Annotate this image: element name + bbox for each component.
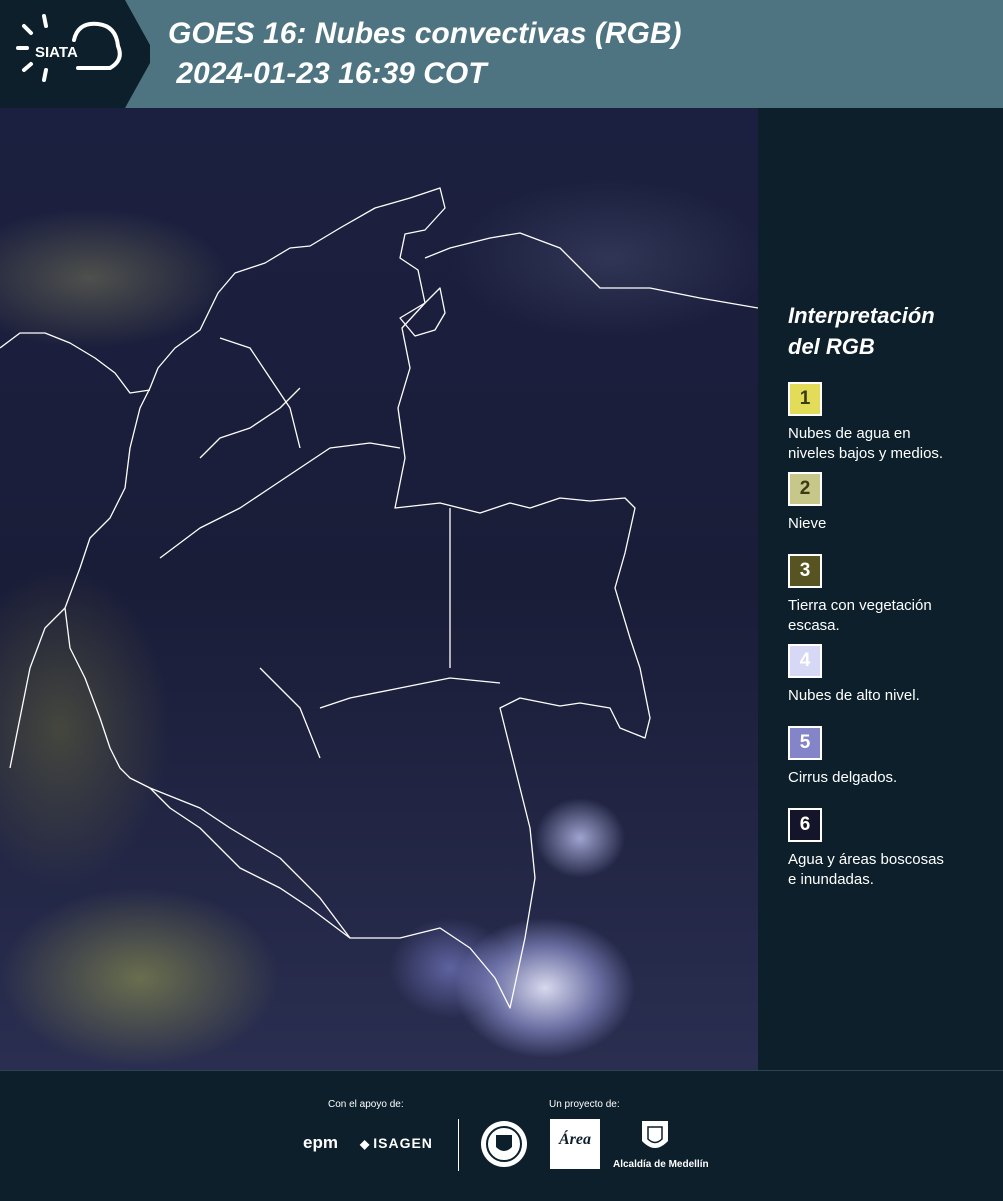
legend-title: Interpretación del RGB [788,303,935,359]
maracaibo-lake [399,287,446,337]
internal-1 [159,442,401,559]
legend-label-6: Agua y áreas boscosas e inundadas. [788,851,944,888]
legend-label-5: Cirrus delgados. [788,769,898,786]
peru-border [149,787,351,939]
medellin-seal-icon [481,1121,527,1167]
legend-swatch-3: 3 [788,554,822,588]
siata-logo: SIATA [0,0,150,108]
colombia-border [64,187,651,1009]
isagen-mark-icon: ◆ [360,1137,371,1151]
epm-logo: epm [303,1133,338,1152]
footer: Con el apoyo de: Un proyecto de: epm ◆ IS… [0,1070,1003,1201]
area-metropolitana-logo: Área [550,1119,600,1169]
legend-item-1: 1 Nubes de agua en niveles bajos y medio… [788,382,988,464]
legend-swatch-4: 4 [788,644,822,678]
isagen-logo: ◆ ISAGEN [360,1135,433,1151]
legend-swatch-2: 2 [788,472,822,506]
map-borders [0,187,758,1009]
alcaldia-text: Alcaldía de Medellín [613,1159,709,1170]
legend-item-2: 2 Nieve [788,472,988,534]
legend-label-1: Nubes de agua en niveles bajos y medios. [788,425,944,462]
legend-swatch-6: 6 [788,808,822,842]
legend-item-6: 6 Agua y áreas boscosas e inundadas. [788,808,988,890]
page-title: GOES 16: Nubes convectivas (RGB) 2024-01… [168,17,682,90]
legend-label-4: Nubes de alto nivel. [788,687,920,704]
panama-coast [0,332,151,394]
legend-item-3: 3 Tierra con vegetación escasa. [788,554,988,636]
isagen-logo-text: ISAGEN [373,1135,433,1151]
legend: Interpretación del RGB 1 Nubes de agua e… [788,300,988,898]
legend-label-2: Nieve [788,515,827,532]
ecuador-border [9,607,66,769]
satellite-map [0,108,758,1070]
legend-item-5: 5 Cirrus delgados. [788,726,988,788]
header: SIATA GOES 16: Nubes convectivas (RGB) 2… [0,0,1003,108]
internal-4 [319,677,501,709]
area-metropolitana-logo-text: Área [559,1131,591,1148]
project-label: Un proyecto de: [549,1099,620,1110]
venezuela-coast [424,232,758,309]
internal-3 [219,337,301,449]
legend-swatch-5: 5 [788,726,822,760]
internal-6 [259,667,321,759]
internal-2 [199,387,301,459]
legend-swatch-1: 1 [788,382,822,416]
footer-divider [458,1119,459,1171]
support-label: Con el apoyo de: [328,1099,404,1110]
siata-logo-text: SIATA [35,44,78,61]
alcaldia-shield-icon [642,1121,668,1148]
legend-label-3: Tierra con vegetación escasa. [788,597,932,634]
legend-item-4: 4 Nubes de alto nivel. [788,644,988,706]
